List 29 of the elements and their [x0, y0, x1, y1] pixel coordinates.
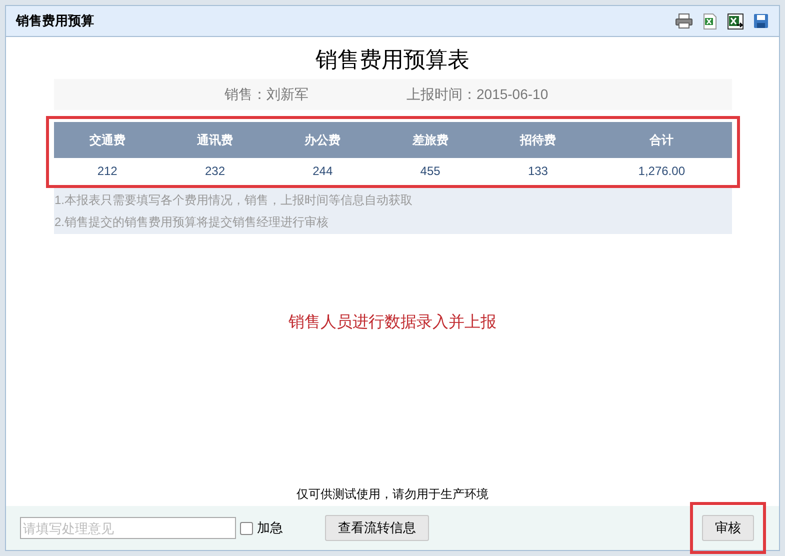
column-header: 招待费	[484, 122, 592, 158]
spreadsheet-export-icon[interactable]	[727, 12, 744, 30]
column-header: 通讯费	[161, 122, 269, 158]
note-text: 2.销售提交的销售费用预算将提交销售经理进行审核	[54, 214, 330, 231]
save-icon[interactable]	[753, 13, 769, 29]
column-header: 交通费	[54, 122, 162, 158]
urgent-checkbox[interactable]	[240, 522, 253, 534]
table-cell: 244	[268, 158, 376, 184]
column-header: 办公费	[268, 122, 376, 158]
printer-icon[interactable]	[675, 13, 693, 29]
spreadsheet-icon[interactable]	[702, 12, 718, 30]
disclaimer-text: 仅可供测试使用，请勿用于生产环境	[296, 486, 488, 503]
table-cell: 232	[161, 158, 269, 184]
column-header: 合计	[592, 122, 732, 158]
opinion-field[interactable]: 请填写处理意见	[20, 517, 236, 539]
table-cell: 455	[376, 158, 484, 184]
note-text: 1.本报表只需要填写各个费用情况，销售，上报时间等信息自动获取	[54, 192, 414, 209]
window-title: 销售费用预算	[16, 12, 94, 30]
urgent-label: 加急	[257, 519, 283, 538]
table-cell: 212	[54, 158, 162, 184]
report-time-text: 上报时间：2015-06-10	[406, 85, 548, 104]
table-cell: 1,276.00	[592, 158, 732, 184]
report-title: 销售费用预算表	[316, 46, 470, 74]
column-header: 差旅费	[376, 122, 484, 158]
view-flow-button[interactable]: 查看流转信息	[325, 515, 429, 541]
approve-button[interactable]: 审核	[702, 515, 754, 541]
table-cell: 133	[484, 158, 592, 184]
salesperson-text: 销售：刘新军	[224, 85, 308, 104]
annotation-text: 销售人员进行数据录入并上报	[288, 312, 496, 333]
